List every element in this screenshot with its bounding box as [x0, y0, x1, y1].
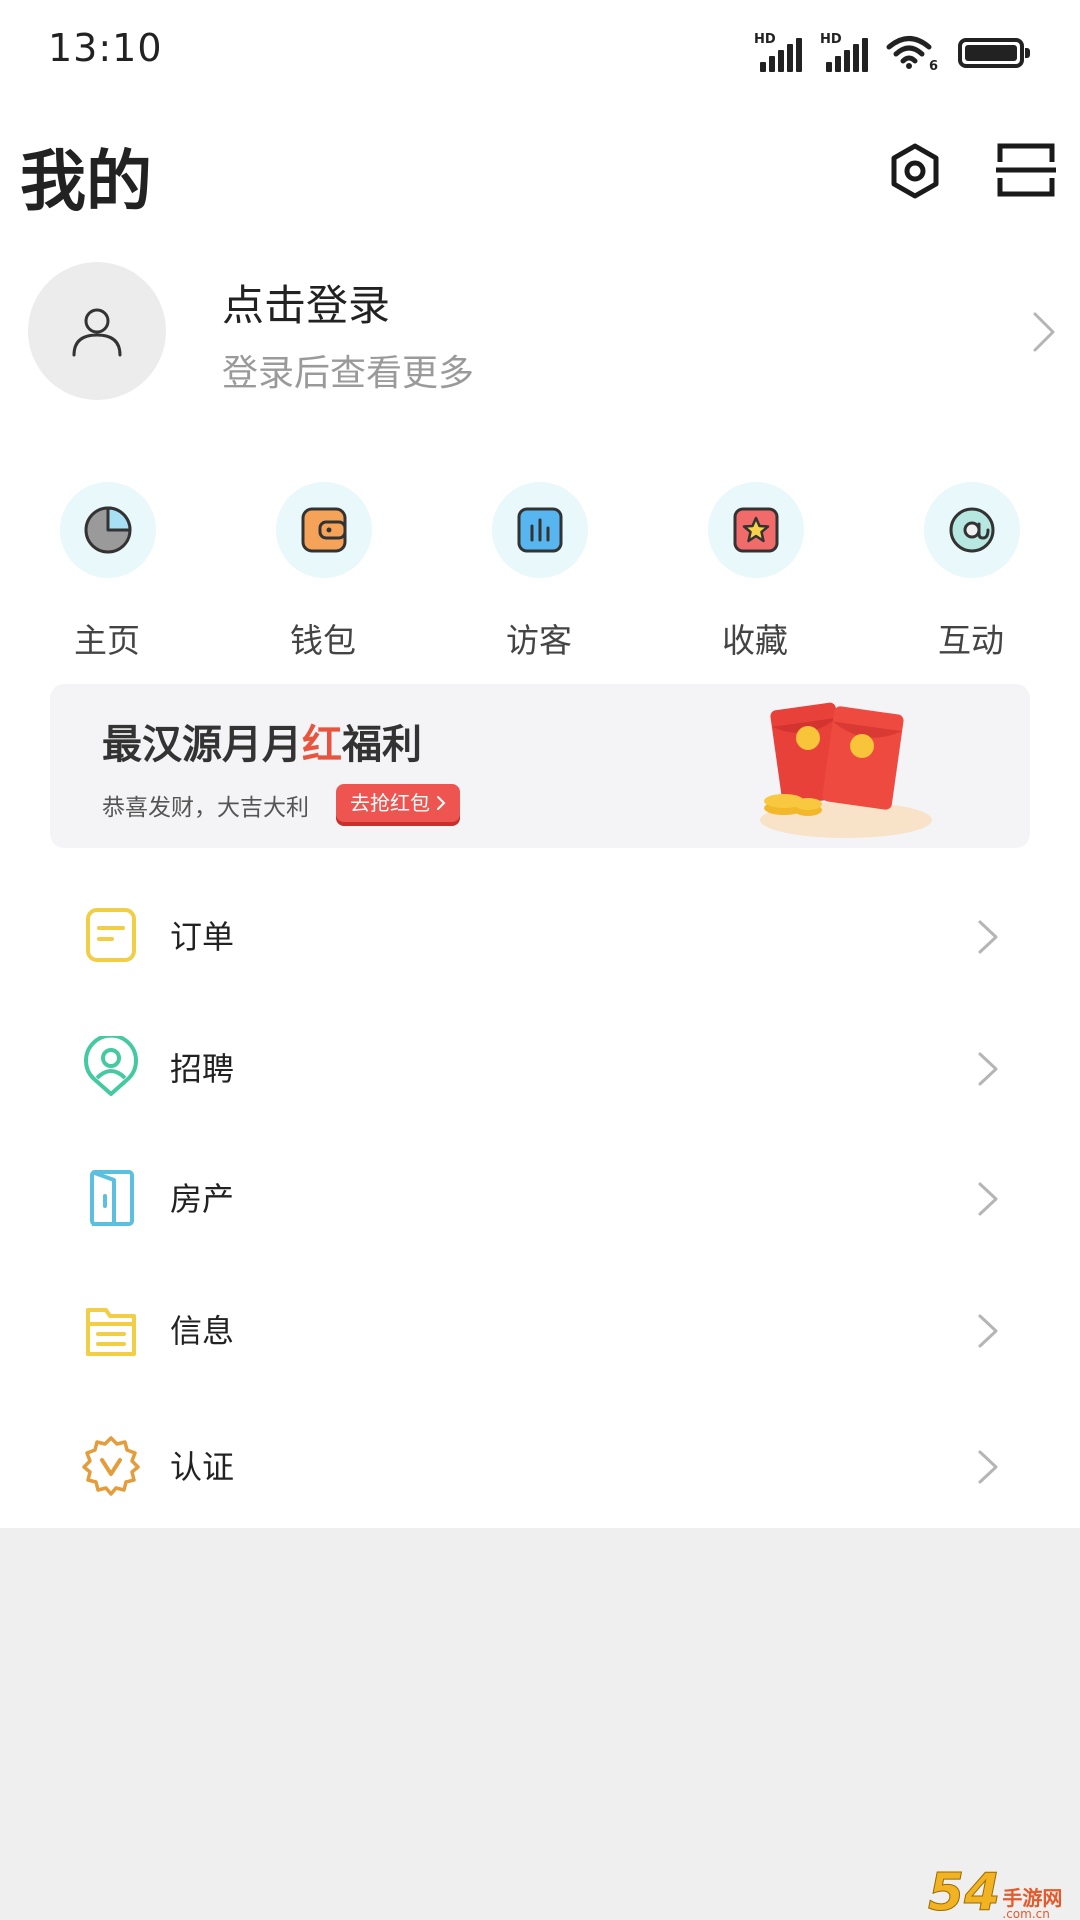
watermark-number: 54 — [927, 1863, 1001, 1920]
quick-action-interact[interactable]: 互动 — [896, 478, 1046, 660]
menu-item-property[interactable]: 房产 — [0, 1132, 1080, 1264]
watermark-domain: .com.cn — [1002, 1907, 1050, 1920]
verified-badge-icon — [82, 1436, 140, 1496]
login-subtitle: 登录后查看更多 — [222, 353, 475, 394]
quick-action-home[interactable]: 主页 — [32, 478, 182, 660]
status-time: 13:10 — [48, 26, 163, 70]
chevron-right-icon — [437, 796, 446, 810]
scan-button[interactable] — [996, 140, 1056, 200]
menu-item-label: 房产 — [170, 1180, 235, 1218]
chevron-right-icon — [978, 1182, 998, 1216]
signal-icon: HD — [754, 32, 806, 72]
menu-item-recruitment[interactable]: 招聘 — [0, 1002, 1080, 1134]
scan-icon — [996, 143, 1056, 197]
login-title[interactable]: 点击登录 — [222, 272, 390, 333]
quick-action-label: 主页 — [74, 621, 140, 660]
settings-button[interactable] — [884, 140, 946, 202]
status-icons: HD HD 6 — [754, 32, 1030, 74]
menu-item-label: 招聘 — [170, 1050, 235, 1088]
folder-icon — [86, 1308, 136, 1356]
status-bar: 13:10 HD HD 6 — [0, 0, 1080, 100]
chevron-right-icon — [978, 920, 998, 954]
banner-title: 最汉源月月红福利 — [102, 722, 422, 768]
wifi-icon: 6 — [886, 34, 938, 74]
bar-chart-icon — [492, 482, 588, 578]
grab-red-packet-button[interactable]: 去抢红包 — [336, 784, 460, 822]
menu-item-info[interactable]: 信息 — [0, 1264, 1080, 1396]
location-person-icon — [84, 1036, 138, 1096]
quick-action-visitors[interactable]: 访客 — [464, 478, 614, 660]
quick-action-label: 收藏 — [722, 621, 788, 660]
user-icon — [72, 308, 122, 357]
quick-action-label: 互动 — [938, 621, 1004, 660]
quick-action-label: 钱包 — [290, 621, 356, 660]
quick-action-wallet[interactable]: 钱包 — [248, 478, 398, 660]
login-entry[interactable]: 点击登录 登录后查看更多 — [0, 258, 1080, 408]
door-icon — [90, 1170, 134, 1226]
grab-red-packet-label: 去抢红包 — [350, 791, 430, 815]
quick-action-favorites[interactable]: 收藏 — [680, 478, 830, 660]
menu-item-label: 认证 — [170, 1448, 235, 1486]
quick-action-label: 访客 — [506, 621, 572, 660]
menu-item-label: 订单 — [170, 918, 235, 956]
menu-item-label: 信息 — [170, 1312, 235, 1350]
chevron-right-icon — [978, 1052, 998, 1086]
avatar[interactable] — [28, 262, 166, 400]
wifi-generation-label: 6 — [928, 59, 938, 74]
page-title: 我的 — [20, 143, 152, 220]
gear-icon — [891, 143, 939, 199]
order-icon — [86, 908, 136, 962]
chevron-right-icon — [978, 1450, 998, 1484]
menu-item-orders[interactable]: 订单 — [0, 870, 1080, 1002]
wallet-icon — [276, 482, 372, 578]
pie-chart-icon — [60, 482, 156, 578]
red-packet-banner[interactable]: 最汉源月月红福利 恭喜发财，大吉大利 去抢红包 — [50, 684, 1030, 848]
chevron-right-icon — [978, 1314, 998, 1348]
red-packet-illustration — [760, 702, 932, 838]
battery-icon — [958, 38, 1030, 68]
star-icon — [708, 482, 804, 578]
quick-actions: 主页 钱包 访客 收藏 互动 — [0, 478, 1080, 660]
watermark-logo: 54 手游网 .com.cn — [927, 1863, 1080, 1920]
menu-item-verification[interactable]: 认证 — [0, 1400, 1080, 1532]
watermark-cn: 手游网 — [1002, 1886, 1063, 1910]
signal-icon: HD — [820, 32, 872, 72]
mine-page: 13:10 HD HD 6 我的 点击登录 登录后查看更多 主页 钱包 访客 收… — [0, 0, 1080, 1920]
banner-subtitle: 恭喜发财，大吉大利 — [102, 795, 309, 821]
chevron-right-icon — [1033, 312, 1055, 352]
at-icon — [924, 482, 1020, 578]
